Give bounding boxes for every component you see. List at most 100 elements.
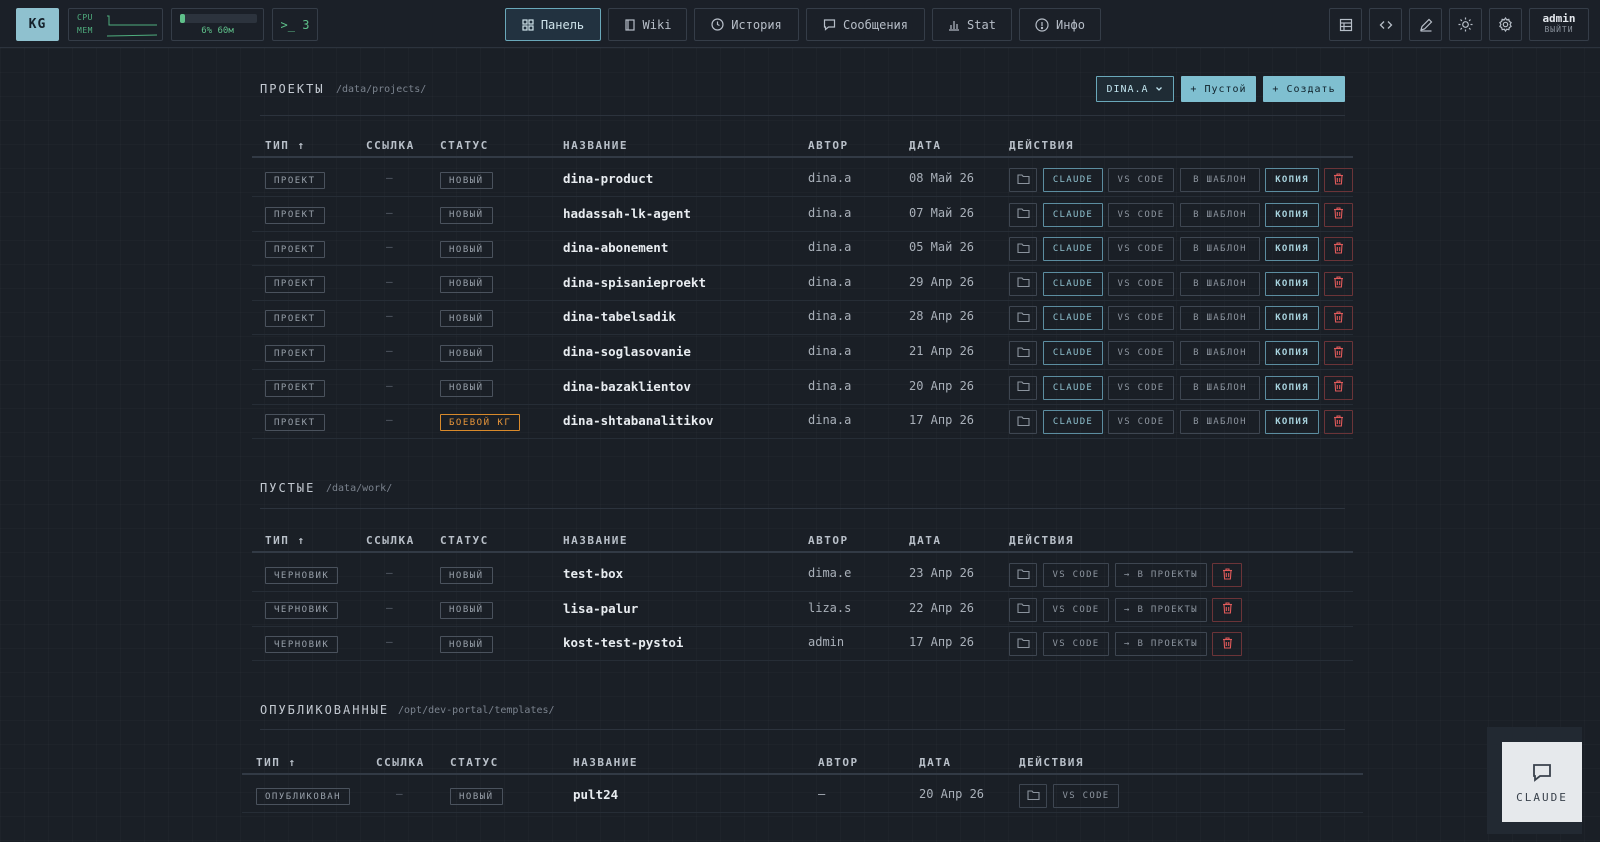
claude-button[interactable]: CLAUDE <box>1043 306 1103 331</box>
user-menu[interactable]: admin ВЫЙТИ <box>1529 8 1589 41</box>
to-template-button[interactable]: В ШАБЛОН <box>1180 202 1260 227</box>
claude-button[interactable]: CLAUDE <box>1043 375 1103 400</box>
nav-wiki[interactable]: Wiki <box>608 8 687 41</box>
to-template-button[interactable]: В ШАБЛОН <box>1180 375 1260 400</box>
open-folder-button[interactable] <box>1019 784 1047 808</box>
project-name[interactable]: dina-abonement <box>563 240 668 255</box>
to-template-button[interactable]: В ШАБЛОН <box>1180 410 1260 435</box>
delete-button[interactable] <box>1212 632 1242 657</box>
vscode-button[interactable]: VS CODE <box>1043 597 1109 622</box>
create-empty-button[interactable]: + Пустой <box>1181 76 1256 102</box>
vscode-button[interactable]: VS CODE <box>1108 271 1174 296</box>
project-name[interactable]: pult24 <box>573 787 618 802</box>
claude-button[interactable]: CLAUDE <box>1043 341 1103 365</box>
nav-info[interactable]: Инфо <box>1019 8 1101 41</box>
project-name[interactable]: dina-bazaklientov <box>563 379 691 394</box>
delete-button[interactable] <box>1324 202 1353 227</box>
delete-button[interactable] <box>1212 597 1242 622</box>
project-name[interactable]: lisa-palur <box>563 601 638 616</box>
to-projects-button[interactable]: → В ПРОЕКТЫ <box>1115 597 1207 622</box>
to-projects-button[interactable]: → В ПРОЕКТЫ <box>1115 563 1207 587</box>
to-template-button[interactable]: В ШАБЛОН <box>1180 237 1260 262</box>
author-filter-dropdown[interactable]: DINA.A <box>1096 76 1174 102</box>
status-badge: НОВЫЙ <box>440 345 493 362</box>
claude-button[interactable]: CLAUDE <box>1043 202 1103 227</box>
to-template-button[interactable]: В ШАБЛОН <box>1180 168 1260 192</box>
project-name[interactable]: dina-shtabanalitikov <box>563 413 714 428</box>
vscode-button[interactable]: VS CODE <box>1108 237 1174 262</box>
copy-button[interactable]: КОПИЯ <box>1265 341 1319 365</box>
to-template-button[interactable]: В ШАБЛОН <box>1180 306 1260 331</box>
delete-button[interactable] <box>1324 168 1353 192</box>
claude-button[interactable]: CLAUDE <box>1043 410 1103 435</box>
claude-button[interactable]: CLAUDE <box>1043 237 1103 262</box>
open-folder-button[interactable] <box>1009 632 1037 657</box>
delete-button[interactable] <box>1212 563 1242 587</box>
vscode-button[interactable]: VS CODE <box>1108 306 1174 331</box>
open-folder-button[interactable] <box>1009 237 1037 262</box>
delete-button[interactable] <box>1324 306 1353 331</box>
nav-stat[interactable]: Stat <box>932 8 1012 41</box>
delete-button[interactable] <box>1324 237 1353 262</box>
vscode-button[interactable]: VS CODE <box>1108 410 1174 435</box>
terminal-sessions-button[interactable]: >_ 3 <box>272 8 318 41</box>
nav-messages[interactable]: Сообщения <box>806 8 925 41</box>
vscode-button[interactable]: VS CODE <box>1108 168 1174 192</box>
delete-button[interactable] <box>1324 341 1353 365</box>
project-name[interactable]: test-box <box>563 566 623 581</box>
theme-toggle-button[interactable] <box>1449 8 1482 41</box>
copy-button[interactable]: КОПИЯ <box>1265 237 1319 262</box>
vscode-button[interactable]: VS CODE <box>1108 341 1174 365</box>
type-badge: ЧЕРНОВИК <box>265 567 339 584</box>
nav-history[interactable]: История <box>694 8 799 41</box>
project-name[interactable]: kost-test-pystoi <box>563 635 683 650</box>
open-folder-button[interactable] <box>1009 271 1037 296</box>
project-name[interactable]: hadassah-lk-agent <box>563 206 691 221</box>
nav-panel[interactable]: Панель <box>505 8 601 41</box>
vscode-button[interactable]: VS CODE <box>1108 375 1174 400</box>
delete-button[interactable] <box>1324 410 1353 435</box>
delete-button[interactable] <box>1324 271 1353 296</box>
copy-button[interactable]: КОПИЯ <box>1265 202 1319 227</box>
open-folder-button[interactable] <box>1009 410 1037 435</box>
to-template-button[interactable]: В ШАБЛОН <box>1180 341 1260 365</box>
copy-button[interactable]: КОПИЯ <box>1265 271 1319 296</box>
table-view-button[interactable] <box>1329 8 1362 41</box>
claude-button[interactable]: CLAUDE <box>1043 271 1103 296</box>
to-template-button[interactable]: В ШАБЛОН <box>1180 271 1260 296</box>
trash-icon <box>1333 311 1344 326</box>
vscode-button[interactable]: VS CODE <box>1043 632 1109 657</box>
code-button[interactable] <box>1369 8 1402 41</box>
logo[interactable]: KG <box>16 8 59 41</box>
column-header-type[interactable]: ТИП ↑ <box>265 139 306 152</box>
table-row: ПРОЕКТ — НОВЫЙ dina-soglasovanie dina.a 21 Ап… <box>0 335 1600 369</box>
vscode-button[interactable]: VS CODE <box>1053 784 1119 808</box>
copy-button[interactable]: КОПИЯ <box>1265 375 1319 400</box>
create-project-button[interactable]: + Создать <box>1263 76 1345 102</box>
project-name[interactable]: dina-tabelsadik <box>563 309 676 324</box>
copy-button[interactable]: КОПИЯ <box>1265 410 1319 435</box>
settings-button[interactable] <box>1489 8 1522 41</box>
open-folder-button[interactable] <box>1009 341 1037 365</box>
logout-link[interactable]: ВЫЙТИ <box>1530 25 1588 34</box>
claude-chat-button[interactable]: CLAUDE <box>1502 742 1582 822</box>
project-name[interactable]: dina-product <box>563 171 653 186</box>
open-folder-button[interactable] <box>1009 168 1037 192</box>
project-name[interactable]: dina-soglasovanie <box>563 344 691 359</box>
open-folder-button[interactable] <box>1009 597 1037 622</box>
open-folder-button[interactable] <box>1009 375 1037 400</box>
open-folder-button[interactable] <box>1009 306 1037 331</box>
copy-button[interactable]: КОПИЯ <box>1265 168 1319 192</box>
open-folder-button[interactable] <box>1009 202 1037 227</box>
column-header-type[interactable]: ТИП ↑ <box>265 534 306 547</box>
column-header-type[interactable]: ТИП ↑ <box>256 756 297 769</box>
vscode-button[interactable]: VS CODE <box>1108 202 1174 227</box>
vscode-button[interactable]: VS CODE <box>1043 563 1109 587</box>
edit-button[interactable] <box>1409 8 1442 41</box>
project-name[interactable]: dina-spisanieproekt <box>563 275 706 290</box>
delete-button[interactable] <box>1324 375 1353 400</box>
claude-button[interactable]: CLAUDE <box>1043 168 1103 192</box>
open-folder-button[interactable] <box>1009 563 1037 587</box>
to-projects-button[interactable]: → В ПРОЕКТЫ <box>1115 632 1207 657</box>
copy-button[interactable]: КОПИЯ <box>1265 306 1319 331</box>
